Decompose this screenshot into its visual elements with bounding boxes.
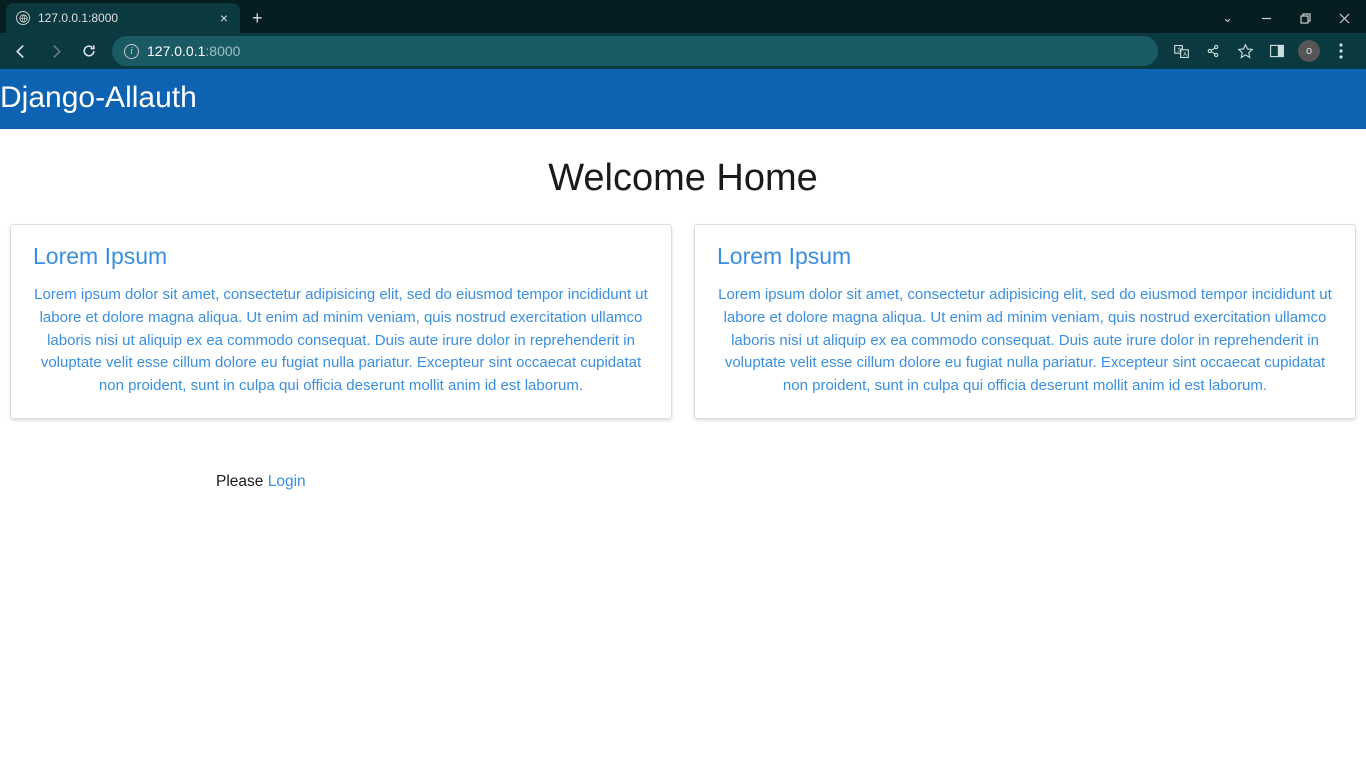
svg-text:A: A [1183, 51, 1187, 57]
site-info-icon[interactable]: i [124, 44, 139, 59]
card: Lorem Ipsum Lorem ipsum dolor sit amet, … [694, 224, 1356, 419]
url-text: 127.0.0.1:8000 [147, 43, 240, 59]
menu-button[interactable] [1326, 36, 1356, 66]
forward-button[interactable] [40, 36, 70, 66]
tab-strip: 127.0.0.1:8000 × + ⌄ [0, 0, 1366, 33]
login-prompt: Please Login [216, 473, 1366, 491]
new-tab-button[interactable]: + [240, 3, 275, 33]
globe-icon [16, 11, 30, 25]
minimize-button[interactable] [1249, 9, 1284, 28]
card-title: Lorem Ipsum [33, 243, 649, 270]
side-panel-icon[interactable] [1262, 36, 1292, 66]
page-title: Welcome Home [0, 157, 1366, 200]
card-body: Lorem ipsum dolor sit amet, consectetur … [33, 284, 649, 398]
share-icon[interactable] [1198, 36, 1228, 66]
tab-title: 127.0.0.1:8000 [38, 11, 210, 25]
page-viewport: Django-Allauth Welcome Home Lorem Ipsum … [0, 69, 1366, 768]
browser-tab[interactable]: 127.0.0.1:8000 × [6, 3, 240, 33]
translate-icon[interactable]: 文A [1166, 36, 1196, 66]
cards-row: Lorem Ipsum Lorem ipsum dolor sit amet, … [0, 224, 1366, 419]
browser-chrome: 127.0.0.1:8000 × + ⌄ i [0, 0, 1366, 69]
bookmark-icon[interactable] [1230, 36, 1260, 66]
navbar-brand: Django-Allauth [0, 81, 197, 114]
login-prompt-text: Please [216, 473, 268, 490]
close-window-button[interactable] [1327, 9, 1362, 28]
address-bar[interactable]: i 127.0.0.1:8000 [112, 36, 1158, 66]
reload-button[interactable] [74, 36, 104, 66]
close-icon[interactable]: × [218, 10, 230, 26]
card-body: Lorem ipsum dolor sit amet, consectetur … [717, 284, 1333, 398]
profile-button[interactable]: o [1294, 36, 1324, 66]
back-button[interactable] [6, 36, 36, 66]
nav-row: i 127.0.0.1:8000 文A o [0, 33, 1366, 69]
card: Lorem Ipsum Lorem ipsum dolor sit amet, … [10, 224, 672, 419]
navbar: Django-Allauth [0, 69, 1366, 129]
maximize-button[interactable] [1288, 9, 1323, 28]
card-title: Lorem Ipsum [717, 243, 1333, 270]
toolbar-right: 文A o [1166, 36, 1360, 66]
window-controls: ⌄ [1210, 3, 1366, 33]
tab-search-icon[interactable]: ⌄ [1210, 6, 1245, 30]
login-link[interactable]: Login [268, 473, 306, 490]
svg-text:文: 文 [1177, 46, 1182, 53]
